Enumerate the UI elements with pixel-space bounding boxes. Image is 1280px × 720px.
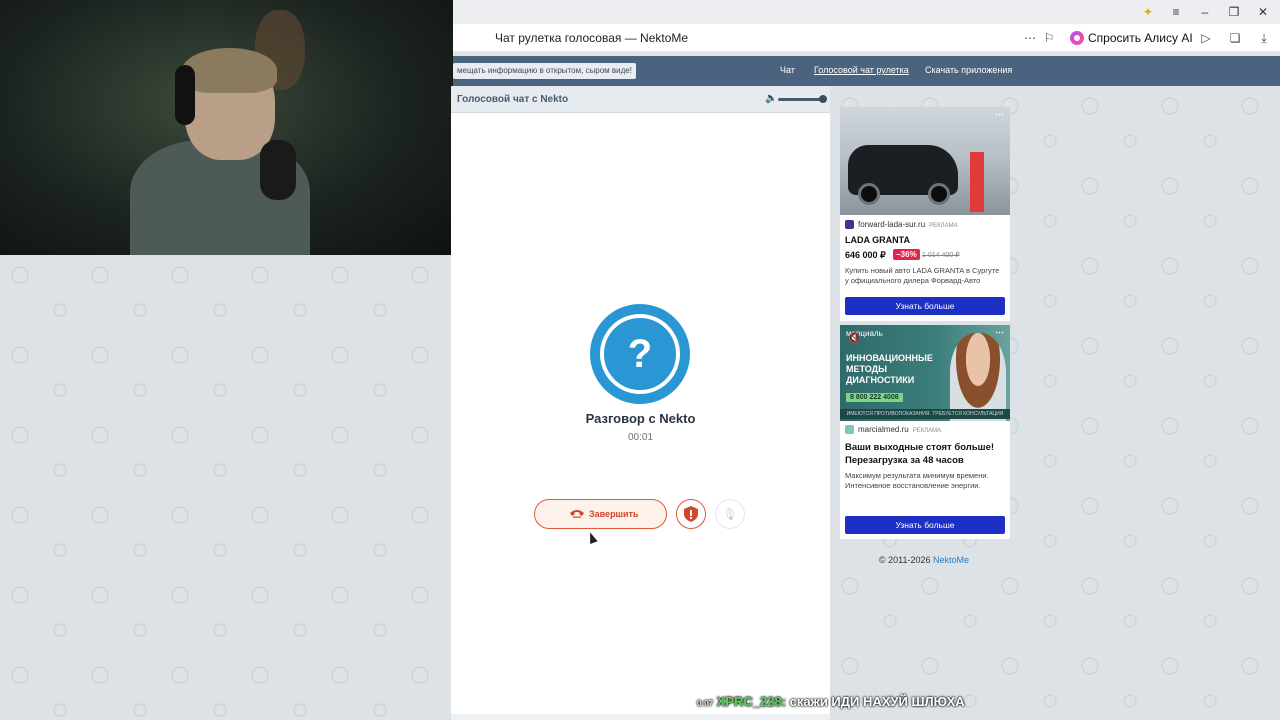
copyright: © 2011-2026 NektoMe (879, 555, 969, 565)
play-icon[interactable]: ▷ (1198, 30, 1214, 46)
call-timer: 00:01 (627, 432, 654, 443)
webcam-overlay (0, 0, 453, 255)
shield-icon (684, 506, 698, 522)
chat-header-title: Голосовой чат с Nekto (457, 94, 569, 105)
ad-tag: РЕКЛАМА (929, 223, 958, 229)
headset-shape (175, 65, 195, 125)
tab-title[interactable]: Чат рулетка голосовая — NektoMe (495, 31, 688, 45)
microphone-shape (260, 140, 296, 200)
person-hair (182, 48, 277, 93)
ad-description: Максимум результата минимум времени. Инт… (845, 471, 989, 490)
ad-description: Купить новый авто LADA GRANTA в Сургуте … (845, 266, 1000, 285)
sun-icon[interactable]: ✦ (1140, 4, 1156, 20)
ad-marcialmed[interactable]: марциаль ИННОВАЦИОННЫЕ МЕТОДЫ ДИАГНОСТИК… (840, 325, 1010, 539)
banner-phone: 8 800 222 4008 (846, 393, 903, 402)
overlay-message: скажи ИДИ НАХУЙ ШЛЮХА (789, 694, 965, 709)
ad-source[interactable]: marcialmed.ru РЕКЛАМА (845, 425, 942, 435)
more-icon[interactable]: ⋯ (1022, 30, 1038, 46)
ad-learn-more-button[interactable]: Узнать больше (845, 516, 1005, 534)
mouse-cursor (586, 530, 598, 545)
ad-old-price: 1 014 400 ₽ (922, 252, 960, 259)
menu-icon[interactable]: ≡ (1168, 4, 1184, 20)
ad-domain: forward-lada-sur.ru (858, 220, 926, 229)
privacy-notice: мещать информацию в открытом, сыром виде… (453, 63, 636, 79)
partner-avatar: ? (590, 304, 690, 404)
stream-chat-overlay: 0:07 XPRC_228: скажи ИДИ НАХУЙ ШЛЮХА (697, 694, 965, 709)
banner-headline: ИННОВАЦИОННЫЕ МЕТОДЫ ДИАГНОСТИКИ (846, 353, 933, 385)
overlay-time: 0:07 (697, 699, 714, 708)
banner-disclaimer: ИМЕЮТСЯ ПРОТИВОПОКАЗАНИЯ. ТРЕБУЕТСЯ КОНС… (840, 409, 1010, 419)
hang-up-icon (570, 510, 584, 518)
nav-voice-chat[interactable]: Голосовой чат рулетка (814, 65, 909, 75)
end-call-label: Завершить (589, 509, 639, 519)
microphone-icon: 🎙 (722, 507, 738, 521)
copyright-text: © 2011-2026 (879, 555, 931, 565)
conversation-title: Разговор с Nekto (585, 411, 696, 426)
background-pattern (0, 255, 451, 720)
ad-domain: marcialmed.ru (858, 425, 909, 434)
ad-source[interactable]: forward-lada-sur.ru РЕКЛАМА (845, 220, 958, 230)
mute-icon[interactable]: 🔇 (848, 333, 860, 344)
report-button[interactable] (676, 499, 706, 529)
download-icon[interactable]: ⤓ (1256, 30, 1272, 46)
ad-car-image[interactable]: ⋯ (840, 107, 1010, 215)
favicon-icon (845, 425, 854, 435)
volume-slider-handle[interactable] (819, 95, 827, 103)
close-icon[interactable]: ✕ (1255, 4, 1271, 20)
ad-title[interactable]: LADA GRANTA (845, 235, 910, 245)
ad-discount-badge: −36% (893, 249, 920, 260)
question-mark-icon: ? (600, 314, 680, 394)
ad-menu-icon[interactable]: ⋯ (995, 327, 1004, 338)
ask-alisa-label: Спросить Алису AI (1088, 31, 1193, 45)
site-header: мещать информацию в открытом, сыром виде… (453, 56, 1280, 86)
ad-tag: РЕКЛАМА (912, 428, 942, 434)
chat-header: Голосовой чат с Nekto 🔈 (451, 86, 830, 113)
overlay-username: XPRC_228: (716, 694, 787, 709)
ask-alisa-button[interactable]: Спросить Алису AI (1064, 28, 1201, 48)
bottom-strip (451, 714, 830, 720)
ad-learn-more-button[interactable]: Узнать больше (845, 297, 1005, 315)
voice-chat-panel: Голосовой чат с Nekto 🔈 ? Разговор с Nek… (451, 86, 830, 720)
minimize-icon[interactable]: – (1197, 4, 1213, 20)
car-wheel (928, 183, 950, 205)
car-wheel (858, 183, 880, 205)
footer-link[interactable]: NektoMe (933, 555, 969, 565)
volume-icon[interactable]: 🔈 (765, 93, 777, 104)
nav-chat[interactable]: Чат (780, 65, 795, 75)
extensions-icon[interactable]: ❏ (1227, 30, 1243, 46)
maximize-icon[interactable]: ❐ (1226, 4, 1242, 20)
favicon-icon (845, 220, 854, 230)
end-call-button[interactable]: Завершить (534, 499, 667, 529)
ad-price: 646 000 ₽ (845, 250, 886, 260)
ad-lada[interactable]: ⋯ forward-lada-sur.ru РЕКЛАМА LADA GRANTA… (840, 107, 1010, 321)
alisa-icon (1070, 31, 1084, 45)
volume-slider[interactable] (778, 98, 824, 101)
microphone-button[interactable]: 🎙 (715, 499, 745, 529)
ad-menu-icon[interactable]: ⋯ (995, 109, 1004, 120)
lada-sign (970, 152, 984, 212)
nav-download-apps[interactable]: Скачать приложения (925, 65, 1012, 75)
banner-person (950, 333, 1006, 421)
ad-clinic-banner[interactable]: марциаль ИННОВАЦИОННЫЕ МЕТОДЫ ДИАГНОСТИК… (840, 325, 1010, 421)
ad-title[interactable]: Ваши выходные стоят больше! Перезагрузка… (845, 441, 1005, 467)
bookmark-icon[interactable]: ⚐ (1041, 30, 1057, 46)
